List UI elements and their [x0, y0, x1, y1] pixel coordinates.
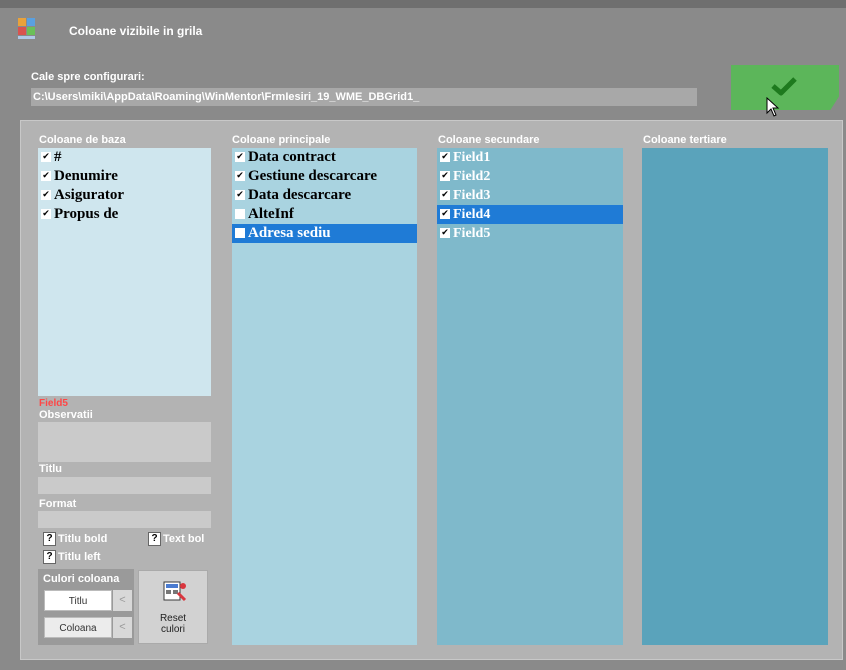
- checkbox-checked[interactable]: ✔: [235, 171, 245, 181]
- mouse-cursor-icon: [766, 97, 780, 117]
- reset-palette-icon: [163, 581, 187, 602]
- config-path-field[interactable]: C:\Users\miki\AppData\Roaming\WinMentor\…: [31, 88, 697, 106]
- list-item-label: Field4: [453, 207, 491, 222]
- list-item[interactable]: ✔ Propus de: [38, 205, 211, 224]
- list-item[interactable]: ✔ Field4: [437, 205, 623, 224]
- text-bold-toggle[interactable]: ? Text bol: [148, 532, 204, 546]
- list-item-label: AlteInf: [248, 206, 294, 222]
- header-coloane-tertiare: Coloane tertiare: [643, 134, 727, 146]
- titlu-left-toggle[interactable]: ? Titlu left: [43, 550, 101, 564]
- list-coloane-secundare[interactable]: ✔ Field1 ✔ Field2 ✔ Field3 ✔ Field4 ✔ Field5: [437, 148, 623, 645]
- list-coloane-tertiare[interactable]: [642, 148, 828, 645]
- text-bold-label: Text bol: [163, 532, 205, 545]
- checkmark-icon: [771, 77, 797, 96]
- list-item[interactable]: ✔ Gestiune descarcare: [232, 167, 417, 186]
- title-strip: [0, 0, 846, 8]
- list-coloane-de-baza[interactable]: ✔ # ✔ Denumire ✔ Asigurator ✔ Propus de: [38, 148, 211, 396]
- format-label: Format: [39, 498, 77, 510]
- checkbox-checked[interactable]: ✔: [41, 171, 51, 181]
- current-field-name: Field5: [39, 398, 68, 409]
- list-item-label: Gestiune descarcare: [248, 168, 378, 184]
- list-item-label: Propus de: [54, 206, 119, 222]
- list-item[interactable]: ✔ Field3: [437, 186, 623, 205]
- titlu-label: Titlu: [39, 463, 63, 475]
- list-item-label: Asigurator: [54, 187, 124, 203]
- titlu-bold-toggle[interactable]: ? Titlu bold: [43, 532, 107, 546]
- app-grid-icon: [18, 18, 44, 46]
- reset-colors-button[interactable]: Reset culori: [138, 570, 208, 644]
- list-item-label: Data descarcare: [248, 187, 352, 203]
- list-item[interactable]: ✔ #: [38, 148, 211, 167]
- window-title: Coloane vizibile in grila: [69, 24, 203, 38]
- list-item-label: Denumire: [54, 168, 118, 184]
- dialog-window: Coloane vizibile in grila Cale spre conf…: [0, 0, 846, 670]
- list-item[interactable]: ✔ Data contract: [232, 148, 417, 167]
- culori-coloana-label: Culori coloana: [43, 573, 120, 585]
- list-item[interactable]: Adresa sediu: [232, 224, 417, 243]
- titlu-color-arrow-button[interactable]: <: [113, 590, 132, 611]
- list-item-label: Field2: [453, 169, 491, 184]
- reset-label-2: culori: [161, 624, 185, 635]
- checkbox-checked[interactable]: ✔: [440, 171, 450, 181]
- list-item-label: Adresa sediu: [248, 225, 331, 241]
- question-mark-icon: ?: [148, 532, 161, 546]
- list-item-label: Field5: [453, 226, 491, 241]
- checkbox-checked[interactable]: ✔: [235, 190, 245, 200]
- coloana-color-button[interactable]: Coloana: [44, 617, 112, 638]
- observatii-field[interactable]: [38, 422, 211, 462]
- ok-button[interactable]: [731, 65, 839, 110]
- titlu-left-label: Titlu left: [58, 550, 101, 563]
- titlu-bold-label: Titlu bold: [58, 532, 108, 545]
- list-item[interactable]: ✔ Field5: [437, 224, 623, 243]
- list-item[interactable]: ✔ Data descarcare: [232, 186, 417, 205]
- list-item-label: #: [54, 149, 62, 165]
- list-item[interactable]: AlteInf: [232, 205, 417, 224]
- checkbox-checked[interactable]: ✔: [41, 152, 51, 162]
- header-coloane-secundare: Coloane secundare: [438, 134, 540, 146]
- reset-label-1: Reset: [159, 613, 187, 624]
- list-item-label: Field3: [453, 188, 491, 203]
- question-mark-icon: ?: [43, 550, 56, 564]
- checkbox-unchecked[interactable]: [235, 209, 245, 219]
- observatii-label: Observatii: [39, 409, 93, 421]
- checkbox-unchecked[interactable]: [235, 228, 245, 238]
- list-item[interactable]: ✔ Field1: [437, 148, 623, 167]
- list-item-label: Field1: [453, 150, 491, 165]
- checkbox-checked[interactable]: ✔: [235, 152, 245, 162]
- header-coloane-principale: Coloane principale: [232, 134, 331, 146]
- checkbox-checked[interactable]: ✔: [440, 209, 450, 219]
- titlu-color-button[interactable]: Titlu: [44, 590, 112, 611]
- config-path-label: Cale spre configurari:: [31, 71, 145, 83]
- coloana-color-arrow-button[interactable]: <: [113, 617, 132, 638]
- checkbox-checked[interactable]: ✔: [41, 190, 51, 200]
- checkbox-checked[interactable]: ✔: [41, 209, 51, 219]
- titlu-field[interactable]: [38, 477, 211, 494]
- list-item[interactable]: ✔ Asigurator: [38, 186, 211, 205]
- checkbox-checked[interactable]: ✔: [440, 228, 450, 238]
- list-item[interactable]: ✔ Denumire: [38, 167, 211, 186]
- format-field[interactable]: [38, 511, 211, 528]
- checkbox-checked[interactable]: ✔: [440, 152, 450, 162]
- checkbox-checked[interactable]: ✔: [440, 190, 450, 200]
- question-mark-icon: ?: [43, 532, 56, 546]
- list-item[interactable]: ✔ Field2: [437, 167, 623, 186]
- list-item-label: Data contract: [248, 149, 336, 165]
- header-coloane-de-baza: Coloane de baza: [39, 134, 126, 146]
- list-coloane-principale[interactable]: ✔ Data contract ✔ Gestiune descarcare ✔ Data …: [232, 148, 417, 645]
